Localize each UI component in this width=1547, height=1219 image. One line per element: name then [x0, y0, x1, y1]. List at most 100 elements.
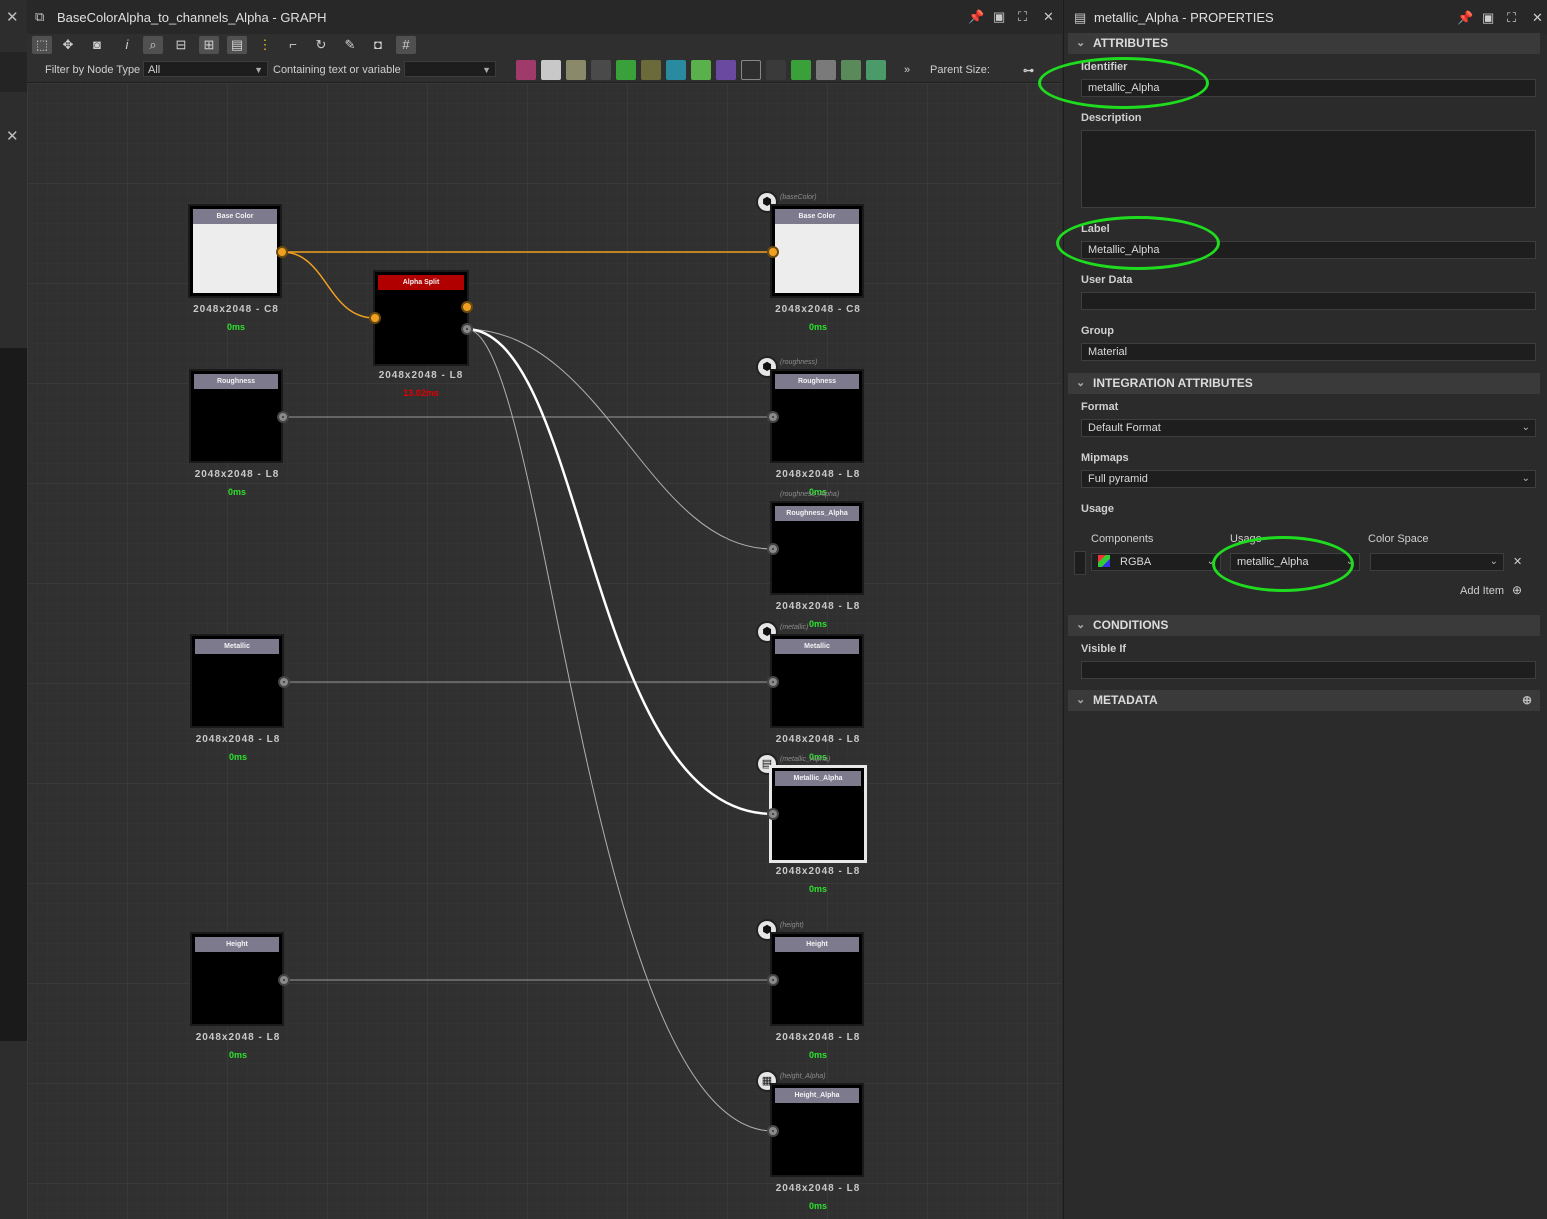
usage-select[interactable]: metallic_Alpha ⌄ [1230, 553, 1360, 571]
user-data-field[interactable] [1081, 292, 1536, 310]
input-plug[interactable] [767, 543, 779, 555]
output-plug[interactable] [278, 974, 290, 986]
close-icon[interactable]: ✕ [6, 127, 19, 145]
select-icon[interactable]: ⬚ [32, 36, 52, 54]
output-identifier: (baseColor) [780, 194, 817, 201]
node-filter-histogram-icon[interactable] [866, 60, 886, 80]
node-filter-transform-icon[interactable] [666, 60, 686, 80]
node-filter-switch-icon[interactable] [591, 60, 611, 80]
output-plug-alpha[interactable] [461, 323, 473, 335]
section-metadata[interactable]: ⌄ METADATA ⊕ [1068, 690, 1540, 711]
identifier-field[interactable]: metallic_Alpha [1081, 79, 1536, 97]
maximize-icon[interactable]: ⛶ [1507, 10, 1516, 26]
visible-if-field[interactable] [1081, 661, 1536, 679]
output-plug[interactable] [278, 676, 290, 688]
node-filter-warp-icon[interactable] [716, 60, 736, 80]
close-icon[interactable]: ✕ [6, 8, 19, 26]
connections [281, 251, 774, 1132]
link-icon[interactable]: ⌐ [283, 36, 303, 54]
add-item-button[interactable]: Add Item [1460, 585, 1504, 597]
node-output-metallic-alpha[interactable]: Metallic_Alpha [769, 765, 867, 863]
dock-tab[interactable] [0, 52, 27, 92]
node-output-height-alpha[interactable]: Height_Alpha [770, 1083, 864, 1177]
parent-size-label[interactable]: Parent Size: [930, 64, 990, 76]
align-icon[interactable]: ▤ [227, 36, 247, 54]
grid-icon[interactable]: # [396, 36, 416, 54]
filter-node-type-select[interactable]: All ▼ [143, 61, 268, 77]
connect-icon[interactable]: ⊶ [1023, 64, 1034, 77]
section-conditions[interactable]: ⌄ CONDITIONS [1068, 615, 1540, 636]
mipmaps-select[interactable]: Full pyramid ⌄ [1081, 470, 1536, 488]
node-filter-input-icon[interactable] [791, 60, 811, 80]
node-input-roughness[interactable]: Roughness [189, 369, 283, 463]
node-alpha-split[interactable]: Alpha Split [373, 270, 469, 366]
layout-icon[interactable]: ⊞ [199, 36, 219, 54]
close-icon[interactable]: ✕ [1043, 9, 1054, 25]
node-filter-value-icon[interactable] [816, 60, 836, 80]
node-output-roughness[interactable]: Roughness [770, 369, 864, 463]
colorspace-select[interactable]: ⌄ [1370, 553, 1504, 571]
description-field[interactable] [1081, 130, 1536, 208]
input-plug[interactable] [767, 246, 779, 258]
node-resolution: 2048x2048 - L8 [775, 469, 861, 480]
section-integration-attributes[interactable]: ⌄ INTEGRATION ATTRIBUTES [1068, 373, 1540, 394]
zoom-icon[interactable]: ⌕ [143, 36, 163, 54]
output-plug[interactable] [276, 246, 288, 258]
node-output-metallic[interactable]: Metallic [770, 634, 864, 728]
input-plug[interactable] [767, 974, 779, 986]
node-filter-output-icon[interactable] [766, 60, 786, 80]
format-select[interactable]: Default Format ⌄ [1081, 419, 1536, 437]
close-icon[interactable]: ✕ [1532, 10, 1543, 26]
containing-text-input[interactable]: ▼ [404, 61, 496, 77]
hierarchy-icon[interactable]: ⋮ [255, 36, 275, 54]
node-filter-pattern-icon[interactable] [741, 60, 761, 80]
identifier-label: Identifier [1081, 61, 1128, 73]
output-identifier: (roughness_Alpha) [780, 491, 840, 498]
frame-icon[interactable]: ⊟ [171, 36, 191, 54]
node-title: Roughness [194, 374, 278, 389]
refresh-icon[interactable]: ↻ [311, 36, 331, 54]
node-filter-color-icon[interactable] [566, 60, 586, 80]
node-output-height[interactable]: Height [770, 932, 864, 1026]
node-filter-filter-icon[interactable] [841, 60, 861, 80]
float-icon[interactable]: ▣ [993, 9, 1005, 25]
output-plug[interactable] [277, 411, 289, 423]
graph-canvas[interactable]: Base Color 2048x2048 - C8 0ms Roughness … [27, 83, 1062, 1219]
input-plug[interactable] [767, 411, 779, 423]
node-filter-blend-icon[interactable] [641, 60, 661, 80]
pin-icon[interactable]: 📌 [1457, 10, 1473, 26]
float-icon[interactable]: ▣ [1482, 10, 1494, 26]
drag-handle[interactable] [1074, 551, 1086, 575]
node-filter-gradient-icon[interactable] [691, 60, 711, 80]
components-select[interactable]: RGBA ⌄ [1091, 553, 1221, 571]
node-input-metallic[interactable]: Metallic [190, 634, 284, 728]
input-plug[interactable] [767, 1125, 779, 1137]
input-plug[interactable] [767, 676, 779, 688]
pin-icon[interactable]: 📌 [968, 9, 984, 25]
output-plug-rgb[interactable] [461, 301, 473, 313]
mipmaps-label: Mipmaps [1081, 452, 1129, 464]
move-icon[interactable]: ✥ [58, 36, 78, 54]
label-field[interactable]: Metallic_Alpha [1081, 241, 1536, 259]
node-input-height[interactable]: Height [190, 932, 284, 1026]
node-filter-bitmap-icon[interactable] [516, 60, 536, 80]
node-output-base-color[interactable]: Base Color [770, 204, 864, 298]
plus-circle-icon[interactable]: ⊕ [1512, 583, 1522, 597]
remove-icon[interactable]: ✕ [1513, 555, 1522, 568]
more-icon[interactable]: » [904, 64, 910, 76]
camera-icon[interactable]: ◙ [87, 36, 107, 54]
maximize-icon[interactable]: ⛶ [1018, 9, 1027, 25]
input-plug[interactable] [369, 312, 381, 324]
node-filter-curve-icon[interactable] [616, 60, 636, 80]
node-filter-svg-icon[interactable] [541, 60, 561, 80]
group-field[interactable]: Material [1081, 343, 1536, 361]
input-plug[interactable] [767, 808, 779, 820]
settings-icon[interactable]: ✎ [340, 36, 360, 54]
section-attributes[interactable]: ⌄ ATTRIBUTES [1068, 33, 1540, 54]
snapshot-icon[interactable]: ◘ [368, 36, 388, 54]
chevron-down-icon: ⌄ [1345, 556, 1354, 567]
plus-circle-icon[interactable]: ⊕ [1522, 690, 1532, 711]
node-input-base-color[interactable]: Base Color [188, 204, 282, 298]
info-icon[interactable]: i [117, 36, 137, 54]
node-output-roughness-alpha[interactable]: Roughness_Alpha [770, 501, 864, 595]
